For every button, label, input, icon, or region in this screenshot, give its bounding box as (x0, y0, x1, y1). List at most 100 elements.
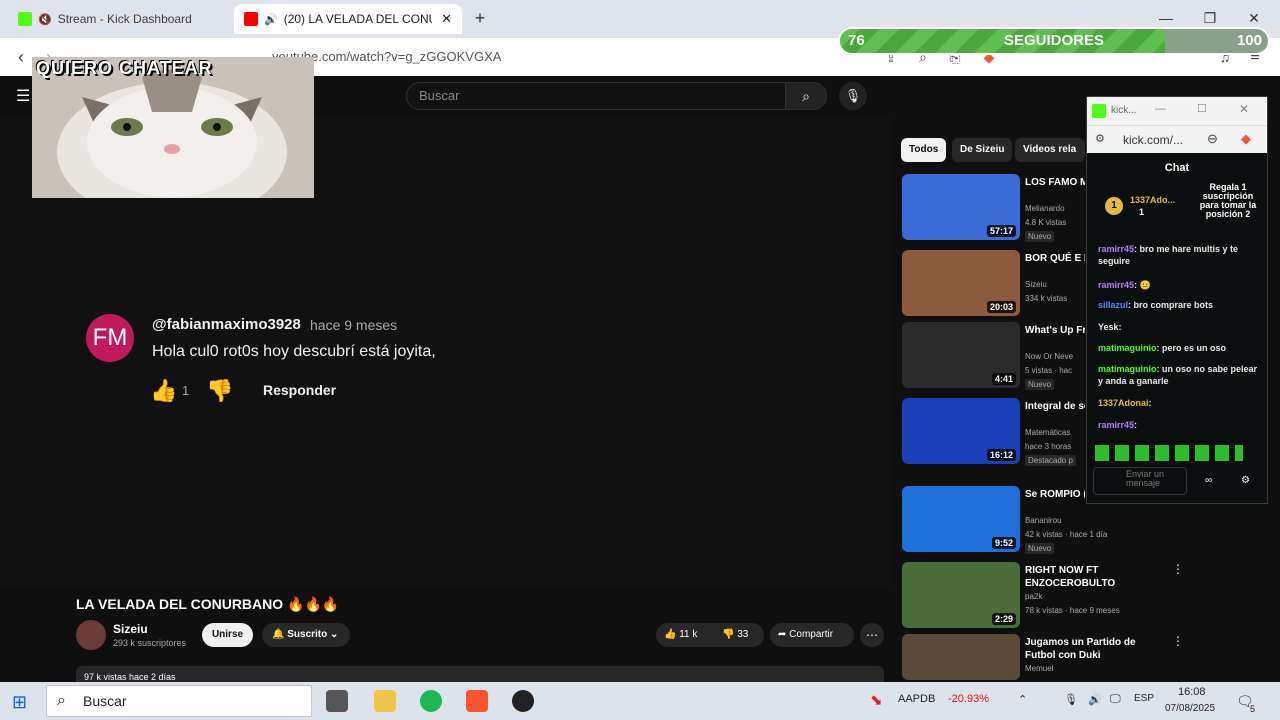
related-video[interactable]: 9:52 Se ROMPIO (devuelta) Bananirou 42 k… (902, 486, 1107, 554)
related-meta: 334 k vistas (1025, 294, 1068, 303)
stock-symbol[interactable]: AAPDB (898, 693, 935, 705)
related-video[interactable]: Jugamos un Partido de Futbol con Duki Me… (902, 634, 1136, 680)
related-channel[interactable]: Bananirou (1025, 516, 1061, 525)
microphone-icon[interactable]: 🎙 (1064, 693, 1078, 706)
share-button[interactable]: ➦ Compartir (770, 623, 854, 647)
related-channel[interactable]: Memuel (1025, 664, 1053, 673)
windows-start-icon[interactable]: ⊞ (12, 692, 27, 713)
related-title[interactable]: Integral de seno a la 6 (1025, 400, 1085, 413)
related-channel[interactable]: pa2k (1025, 592, 1042, 601)
related-video[interactable]: 2:29 RIGHT NOW FT ENZOCEROBULTO pa2k 78 … (902, 562, 1120, 630)
minimize-icon[interactable]: — (1154, 8, 1178, 28)
related-video[interactable]: 20:03 BOR QUÉ E FANTASMA Sizeiu 334 k vi… (902, 250, 1092, 318)
task-view-icon[interactable] (326, 690, 348, 712)
related-video[interactable]: 16:12 Integral de seno a la 6 Matemática… (902, 398, 1092, 466)
site-settings-icon[interactable]: ⚙ (1095, 132, 1105, 145)
thumbs-up-icon[interactable]: 👍 (150, 378, 177, 404)
spotify-icon[interactable] (420, 690, 442, 712)
maximize-icon[interactable]: ☐ (1197, 102, 1207, 115)
close-icon[interactable]: ✕ (1239, 102, 1249, 116)
video-thumbnail[interactable]: 16:12 (902, 398, 1020, 464)
related-title[interactable]: What's Up Freestyle b (1025, 324, 1085, 337)
video-thumbnail[interactable]: 57:17 (902, 174, 1020, 240)
muted-speaker-icon[interactable]: 🔇 (38, 13, 52, 26)
taskbar-search[interactable]: ⌕ Buscar (46, 685, 312, 717)
network-icon[interactable]: 🖵 (1110, 693, 1121, 706)
more-actions-icon[interactable]: ⋯ (860, 623, 884, 647)
comment-author[interactable]: @fabianmaximo3928 (152, 316, 301, 333)
search-button[interactable]: ⌕ (785, 82, 827, 110)
chat-username[interactable]: ramirr45 (1098, 244, 1134, 254)
language-indicator[interactable]: ESP (1134, 693, 1154, 704)
settings-gear-icon[interactable]: ⚙ (1241, 475, 1250, 486)
new-tab-button[interactable]: + (468, 8, 492, 28)
taskbar-search-label: Buscar (83, 693, 127, 709)
related-title[interactable]: Jugamos un Partido de Futbol con Duki (1025, 636, 1165, 662)
minimize-icon[interactable]: — (1155, 103, 1166, 115)
related-channel[interactable]: Sizeiu (1025, 280, 1047, 289)
related-title[interactable]: BOR QUÉ E FANTASMA (1025, 252, 1085, 265)
related-channel[interactable]: Matemáticas (1025, 428, 1070, 437)
popup-url[interactable]: kick.com/... (1123, 133, 1183, 147)
tab-youtube-video[interactable]: 🔊 (20) LA VELADA DEL CONURBANO ✕ (234, 4, 462, 34)
more-options-icon[interactable]: ⋮ (1172, 634, 1184, 648)
obs-studio-icon[interactable] (512, 690, 534, 712)
video-thumbnail[interactable]: 20:03 (902, 250, 1020, 316)
video-thumbnail[interactable]: 4:41 (902, 322, 1020, 388)
infinity-icon[interactable]: ∞ (1205, 475, 1212, 486)
file-explorer-icon[interactable] (374, 690, 396, 712)
voice-search-button[interactable]: 🎙 (839, 82, 867, 110)
chat-username[interactable]: ramirr45 (1098, 420, 1134, 430)
join-button[interactable]: Unirse (202, 623, 253, 647)
chat-username[interactable]: sillazul (1098, 300, 1128, 310)
chat-username[interactable]: matimaguinio (1098, 343, 1157, 353)
chip-related[interactable]: Videos rela (1015, 138, 1085, 162)
comment-avatar[interactable]: FM (86, 314, 134, 362)
chip-all[interactable]: Todos (901, 138, 947, 162)
chevron-up-icon[interactable]: ⌃ (1018, 693, 1027, 706)
url-field[interactable]: youtube.com/watch?v=g_zGGOKVGXA (240, 44, 800, 70)
dislike-button[interactable]: 👎 33 (722, 629, 748, 640)
related-channel[interactable]: Now Or Neve (1025, 352, 1073, 361)
channel-avatar[interactable] (76, 620, 106, 650)
chat-username[interactable]: 1337Adonai (1098, 398, 1149, 408)
related-video[interactable]: 57:17 LOS FAMO MAL? LOS Melianardo 4.8 K… (902, 174, 1092, 242)
chip-from-channel[interactable]: De Sizeiu (952, 138, 1013, 162)
top-gifter-name[interactable]: 1337Ado... (1130, 195, 1175, 205)
video-thumbnail[interactable] (902, 634, 1020, 680)
chat-username[interactable]: ramirr45 (1098, 280, 1134, 290)
chat-input[interactable]: Enviar un mensaje (1093, 467, 1187, 495)
clock-time[interactable]: 16:08 (1178, 686, 1206, 698)
restore-icon[interactable]: ❐ (1198, 8, 1222, 28)
video-thumbnail[interactable]: 9:52 (902, 486, 1020, 552)
back-icon[interactable]: ‹ (10, 46, 32, 68)
chat-username[interactable]: Yesk (1098, 322, 1119, 332)
related-title[interactable]: LOS FAMO MAL? LOS (1025, 176, 1085, 189)
close-window-icon[interactable]: ✕ (1242, 8, 1266, 28)
gift-sub-prompt[interactable]: Regala 1 suscripción para tomar la posic… (1199, 183, 1257, 219)
clock-date[interactable]: 07/08/2025 (1165, 703, 1215, 714)
brave-shield-icon[interactable]: ◆ (1241, 131, 1251, 147)
reply-button[interactable]: Responder (263, 382, 336, 398)
volume-icon[interactable]: 🔊 (1088, 693, 1102, 706)
more-options-icon[interactable]: ⋮ (1172, 562, 1184, 576)
zoom-out-icon[interactable]: ⊖ (1207, 131, 1218, 147)
like-button[interactable]: 👍 11 k (664, 629, 697, 640)
subscribed-button[interactable]: 🔔 Suscrito ⌄ (262, 623, 350, 647)
close-tab-icon[interactable]: ✕ (441, 11, 452, 27)
speaker-icon[interactable]: 🔊 (264, 13, 278, 26)
related-channel[interactable]: Melianardo (1025, 204, 1065, 213)
tab-kick-dashboard[interactable]: 🔇 Stream - Kick Dashboard (8, 4, 232, 34)
video-thumbnail[interactable]: 2:29 (902, 562, 1020, 628)
chat-username[interactable]: matimaguinio (1098, 364, 1157, 374)
related-title[interactable]: RIGHT NOW FT ENZOCEROBULTO (1025, 564, 1175, 590)
thumbs-down-icon[interactable]: 👎 (206, 378, 233, 404)
emote-bar[interactable] (1095, 445, 1243, 461)
brave-browser-icon[interactable] (466, 690, 488, 712)
comment-like-count: 1 (182, 383, 190, 398)
search-input[interactable]: Buscar (406, 82, 786, 110)
followers-goal: 100 (1236, 32, 1262, 49)
channel-name[interactable]: Sizeiu (113, 622, 148, 636)
related-title[interactable]: Se ROMPIO (devuelta) (1025, 488, 1085, 501)
related-video[interactable]: 4:41 What's Up Freestyle b Now Or Neve 5… (902, 322, 1092, 390)
